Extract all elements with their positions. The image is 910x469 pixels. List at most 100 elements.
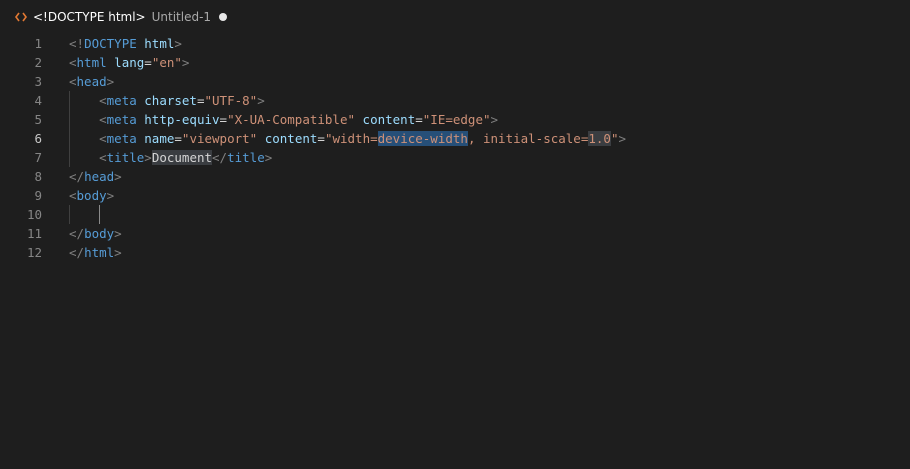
code-token: meta [106, 93, 137, 108]
code-token: < [99, 112, 107, 127]
code-token: </ [69, 226, 85, 241]
code-token: 1.0 [588, 131, 611, 146]
code-token: > [264, 150, 273, 165]
code-token: > [114, 169, 122, 184]
code-content[interactable]: <head> [69, 72, 114, 91]
code-content[interactable]: <body> [69, 186, 114, 205]
code-token: lang [114, 55, 145, 70]
code-line[interactable]: 5 <meta http-equiv="X-UA-Compatible" con… [0, 110, 910, 129]
code-token: > [114, 226, 122, 241]
code-token: </ [212, 150, 228, 165]
code-token: meta [106, 112, 137, 127]
code-token: html [84, 245, 115, 260]
line-number: 9 [34, 188, 42, 203]
code-token: > [114, 245, 122, 260]
breadcrumb-file-name[interactable]: Untitled-1 [152, 10, 211, 24]
code-line[interactable]: 4 <meta charset="UTF-8"> [0, 91, 910, 110]
code-token: < [99, 131, 107, 146]
code-token: "width= [324, 131, 378, 146]
code-token: html [76, 55, 107, 70]
code-token: "UTF-8" [204, 93, 258, 108]
code-content[interactable]: <meta http-equiv="X-UA-Compatible" conte… [69, 110, 498, 129]
code-token: > [181, 55, 190, 70]
unsaved-dot-icon [219, 13, 228, 21]
code-line[interactable]: 1 <!DOCTYPE html> [0, 34, 910, 53]
code-token: "IE=edge" [422, 112, 491, 127]
code-token: "X-UA-Compatible" [227, 112, 356, 127]
code-line[interactable]: 2 <html lang="en"> [0, 53, 910, 72]
code-token: > [106, 188, 115, 203]
code-token: > [174, 36, 182, 51]
code-token: meta [106, 131, 137, 146]
code-token: < [69, 55, 77, 70]
line-number: 8 [34, 169, 42, 184]
code-token: head [84, 169, 115, 184]
code-content[interactable]: <!DOCTYPE html> [69, 34, 182, 53]
line-number: 4 [34, 93, 42, 108]
code-token: = [174, 131, 182, 146]
code-token: content [362, 112, 416, 127]
code-token: head [76, 74, 107, 89]
code-token: DOCTYPE [84, 36, 137, 51]
code-token: = [196, 93, 205, 108]
code-line[interactable]: 11 </body> [0, 224, 910, 243]
code-token: "en" [151, 55, 182, 70]
code-token: </ [69, 245, 85, 260]
code-token: html [144, 36, 175, 51]
line-number: 2 [34, 55, 42, 70]
line-number: 5 [34, 112, 42, 127]
code-line[interactable]: 9 <body> [0, 186, 910, 205]
selected-text: device-width [377, 131, 468, 146]
code-token: > [490, 112, 499, 127]
code-line[interactable]: 8 </head> [0, 167, 910, 186]
code-token: title [227, 150, 265, 165]
line-number: 3 [34, 74, 42, 89]
code-token: = [144, 55, 152, 70]
code-editor[interactable]: 1 <!DOCTYPE html> 2 <html lang="en"> 3 <head>… [0, 34, 910, 469]
code-content[interactable]: </html> [69, 243, 122, 262]
code-content[interactable]: <title>Document</title> [69, 148, 272, 167]
code-token: < [99, 150, 107, 165]
code-token: = [415, 112, 423, 127]
code-line[interactable]: 7 <title>Document</title> [0, 148, 910, 167]
code-token: charset [144, 93, 197, 108]
line-number: 1 [34, 36, 42, 51]
code-token: "viewport" [181, 131, 258, 146]
line-number: 7 [34, 150, 42, 165]
code-token: <! [69, 36, 85, 51]
code-line[interactable]: 3 <head> [0, 72, 910, 91]
code-line[interactable]: 10 [0, 205, 910, 224]
breadcrumb: <!DOCTYPE html> Untitled-1 [0, 0, 910, 34]
code-token: content [264, 131, 318, 146]
code-line[interactable]: 6 <meta name="viewport" content="width=d… [0, 129, 910, 148]
code-token: = [317, 131, 325, 146]
code-token: , initial-scale= [467, 131, 589, 146]
code-line[interactable]: 12 </html> [0, 243, 910, 262]
code-token: < [99, 93, 107, 108]
code-token: http-equiv [144, 112, 220, 127]
code-token: > [257, 93, 265, 108]
code-token: = [219, 112, 228, 127]
code-content[interactable]: <html lang="en"> [69, 53, 189, 72]
editor-window: <!DOCTYPE html> Untitled-1 1 <!DOCTYPE ht… [0, 0, 910, 469]
html-file-icon [14, 10, 28, 24]
code-token: < [69, 188, 77, 203]
code-token: Document [151, 150, 213, 165]
code-token: > [618, 131, 626, 146]
code-token: > [106, 74, 115, 89]
code-token: body [84, 226, 115, 241]
code-content[interactable]: <meta name="viewport" content="width=dev… [69, 129, 626, 148]
code-content[interactable]: </head> [69, 167, 122, 186]
code-token: body [76, 188, 107, 203]
code-token: name [144, 131, 175, 146]
line-number: 12 [26, 245, 42, 260]
code-content[interactable]: <meta charset="UTF-8"> [69, 91, 265, 110]
breadcrumb-symbol[interactable]: <!DOCTYPE html> [33, 10, 146, 24]
code-token: > [144, 150, 152, 165]
code-content[interactable]: </body> [69, 224, 122, 243]
